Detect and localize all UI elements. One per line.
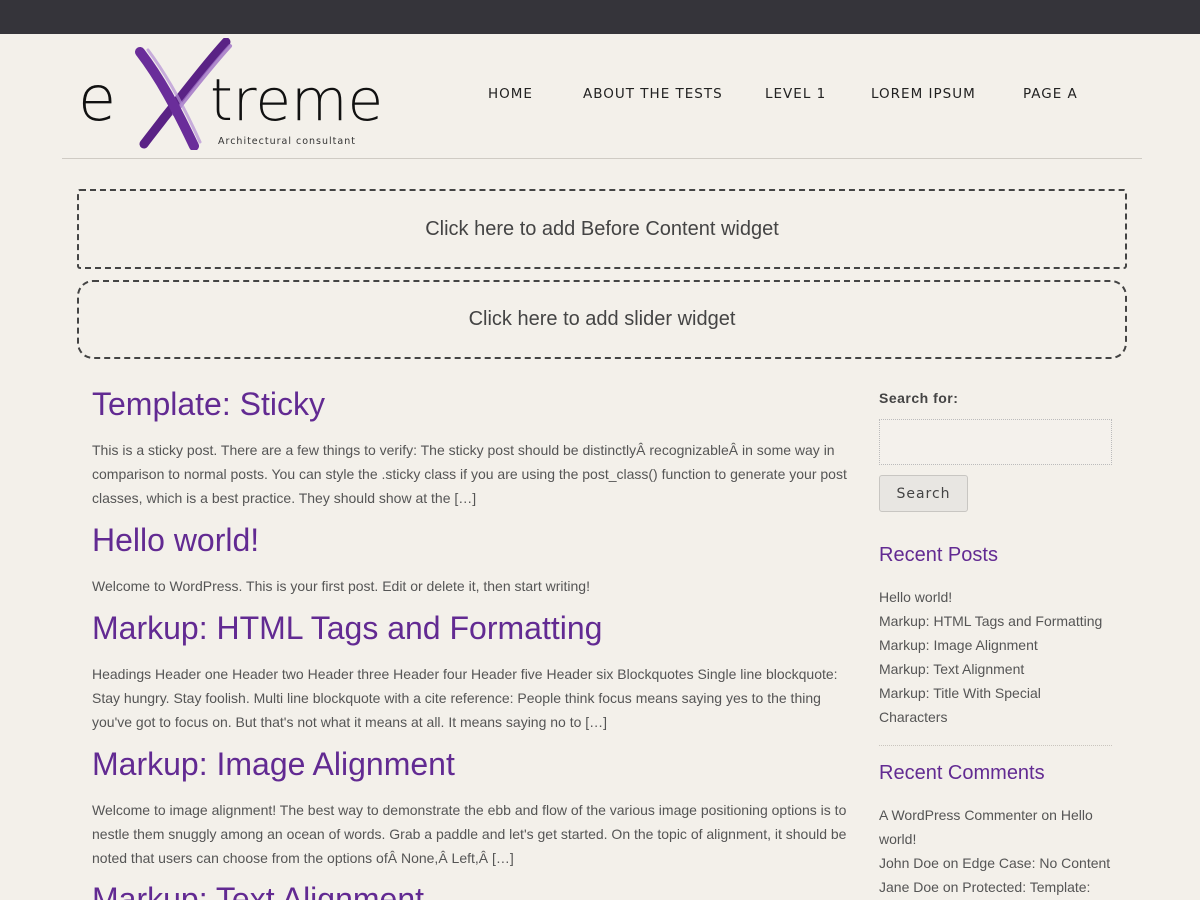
- post-title-link[interactable]: Hello world!: [92, 516, 852, 564]
- search-button[interactable]: Search: [879, 475, 968, 512]
- post-excerpt: This is a sticky post. There are a few t…: [92, 442, 847, 506]
- nav-item-page-a[interactable]: PAGE A: [1023, 86, 1078, 102]
- post-title-link[interactable]: Template: Sticky: [92, 380, 852, 428]
- recent-posts-list: Hello world! Markup: HTML Tags and Forma…: [879, 585, 1112, 729]
- slider-widget-placeholder[interactable]: Click here to add slider widget: [77, 280, 1127, 359]
- list-item: Markup: HTML Tags and Formatting: [879, 609, 1112, 633]
- list-item: Markup: Title With Special Characters: [879, 681, 1112, 729]
- list-item: A WordPress Commenter on Hello world!: [879, 803, 1112, 851]
- post-title-link[interactable]: Markup: Text Alignment: [92, 875, 852, 900]
- search-input[interactable]: [879, 419, 1112, 465]
- comment-author: Jane Doe: [879, 879, 939, 895]
- post: Template: Sticky This is a sticky post. …: [92, 380, 852, 510]
- post: Markup: HTML Tags and Formatting Heading…: [92, 604, 852, 734]
- list-item: Markup: Image Alignment: [879, 633, 1112, 657]
- recent-post-link[interactable]: Markup: HTML Tags and Formatting: [879, 613, 1102, 629]
- post-excerpt: Headings Header one Header two Header th…: [92, 666, 838, 730]
- list-item: Jane Doe on Protected: Template:: [879, 875, 1112, 899]
- post: Hello world! Welcome to WordPress. This …: [92, 516, 852, 598]
- post-title-link[interactable]: Markup: Image Alignment: [92, 740, 852, 788]
- list-item: Markup: Text Alignment: [879, 657, 1112, 681]
- nav-item-home[interactable]: HOME: [488, 86, 533, 102]
- post-excerpt: Welcome to WordPress. This is your first…: [92, 578, 590, 594]
- search-label: Search for:: [879, 390, 959, 406]
- recent-post-link[interactable]: Markup: Title With Special Characters: [879, 685, 1041, 725]
- post-title-link[interactable]: Markup: HTML Tags and Formatting: [92, 604, 852, 652]
- comment-post-link[interactable]: Edge Case: No Content: [962, 855, 1110, 871]
- admin-top-bar: [0, 0, 1200, 34]
- divider: [879, 745, 1112, 746]
- list-item: Hello world!: [879, 585, 1112, 609]
- sidebar: Search for: Search Recent Posts Hello wo…: [879, 390, 1112, 899]
- nav-item-lorem-ipsum[interactable]: LOREM IPSUM: [871, 86, 976, 102]
- comment-on-text: on: [942, 879, 959, 895]
- nav-item-about-the-tests[interactable]: ABOUT THE TESTS: [583, 86, 723, 102]
- recent-posts-widget: Recent Posts Hello world! Markup: HTML T…: [879, 544, 1112, 746]
- main-nav: HOME ABOUT THE TESTS LEVEL 1 LOREM IPSUM…: [62, 86, 1142, 106]
- search-widget: Search for: Search: [879, 390, 1112, 512]
- site-header: e treme Architectural consultant HOME AB…: [62, 34, 1142, 159]
- recent-post-link[interactable]: Markup: Image Alignment: [879, 637, 1038, 653]
- post: Markup: Image Alignment Welcome to image…: [92, 740, 852, 870]
- comment-author-link[interactable]: A WordPress Commenter: [879, 807, 1037, 823]
- post-excerpt: Welcome to image alignment! The best way…: [92, 802, 847, 866]
- recent-comments-title: Recent Comments: [879, 762, 1045, 784]
- nav-item-level-1[interactable]: LEVEL 1: [765, 86, 826, 102]
- before-content-widget-placeholder[interactable]: Click here to add Before Content widget: [77, 189, 1127, 269]
- comment-post-link[interactable]: Protected: Template:: [962, 879, 1090, 895]
- recent-comments-list: A WordPress Commenter on Hello world! Jo…: [879, 803, 1112, 899]
- post: Markup: Text Alignment: [92, 875, 852, 900]
- recent-post-link[interactable]: Hello world!: [879, 589, 952, 605]
- logo-tagline: Architectural consultant: [218, 136, 356, 147]
- recent-posts-title: Recent Posts: [879, 544, 998, 566]
- list-item: John Doe on Edge Case: No Content: [879, 851, 1112, 875]
- comment-author: John Doe: [879, 855, 939, 871]
- recent-comments-widget: Recent Comments A WordPress Commenter on…: [879, 762, 1112, 899]
- comment-on-text: on: [942, 855, 959, 871]
- comment-on-text: on: [1041, 807, 1057, 823]
- recent-post-link[interactable]: Markup: Text Alignment: [879, 661, 1024, 677]
